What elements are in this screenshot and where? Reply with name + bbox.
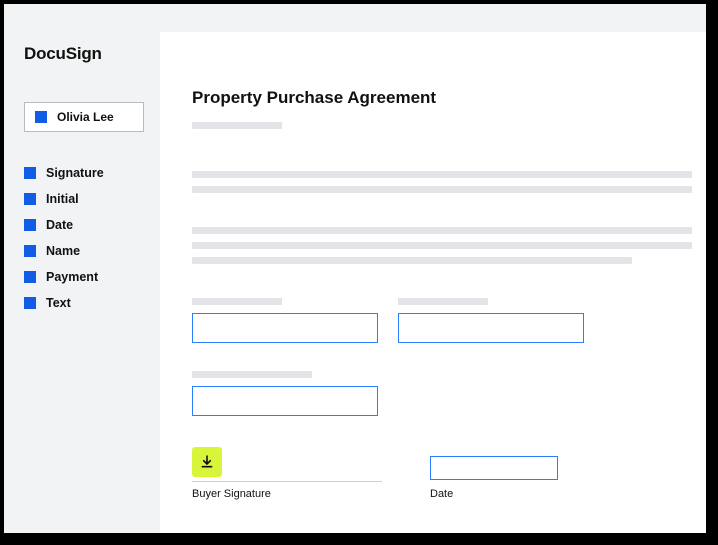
app-frame: DocuSign Olivia Lee Signature Initial Da… [0,0,710,537]
text-input[interactable] [192,313,378,343]
recipient-name: Olivia Lee [57,110,114,124]
placeholder-label [192,371,312,378]
field-swatch-icon [24,167,36,179]
text-input[interactable] [192,386,378,416]
form-field [398,298,584,343]
field-swatch-icon [24,193,36,205]
field-label: Name [46,244,80,258]
field-label: Date [46,218,73,232]
content-row: DocuSign Olivia Lee Signature Initial Da… [4,32,706,533]
signature-label: Buyer Signature [192,488,382,500]
field-swatch-icon [24,245,36,257]
placeholder-line [192,171,692,178]
placeholder-line [192,242,692,249]
field-swatch-icon [24,219,36,231]
field-label: Text [46,296,71,310]
field-signature[interactable]: Signature [24,166,144,180]
brand-logo: DocuSign [24,44,144,64]
sidebar: DocuSign Olivia Lee Signature Initial Da… [4,32,160,533]
signature-row: Buyer Signature Date [192,444,706,500]
field-text[interactable]: Text [24,296,144,310]
field-name[interactable]: Name [24,244,144,258]
text-input[interactable] [398,313,584,343]
field-label: Signature [46,166,104,180]
field-date[interactable]: Date [24,218,144,232]
download-arrow-icon [199,454,215,470]
date-input[interactable] [430,456,558,480]
date-field: Date [430,456,558,500]
field-payment[interactable]: Payment [24,270,144,284]
form-row [192,371,706,416]
form-field [192,371,378,416]
placeholder-line [192,122,282,129]
field-label: Initial [46,192,79,206]
document-canvas[interactable]: Property Purchase Agreement [160,32,706,533]
recipient-selector[interactable]: Olivia Lee [24,102,144,132]
placeholder-label [192,298,282,305]
placeholder-label [398,298,488,305]
field-label: Payment [46,270,98,284]
recipient-color-swatch [35,111,47,123]
signature-field: Buyer Signature [192,444,382,500]
placeholder-line [192,227,692,234]
field-swatch-icon [24,297,36,309]
placeholder-line [192,186,692,193]
field-swatch-icon [24,271,36,283]
signature-line[interactable] [192,444,382,482]
date-label: Date [430,488,558,500]
placeholder-line [192,257,632,264]
form-field [192,298,378,343]
sign-here-tab[interactable] [192,447,222,477]
field-palette: Signature Initial Date Name Payment [24,166,144,310]
field-initial[interactable]: Initial [24,192,144,206]
top-spacer [4,4,706,32]
document-title: Property Purchase Agreement [192,88,706,108]
form-row [192,298,706,343]
